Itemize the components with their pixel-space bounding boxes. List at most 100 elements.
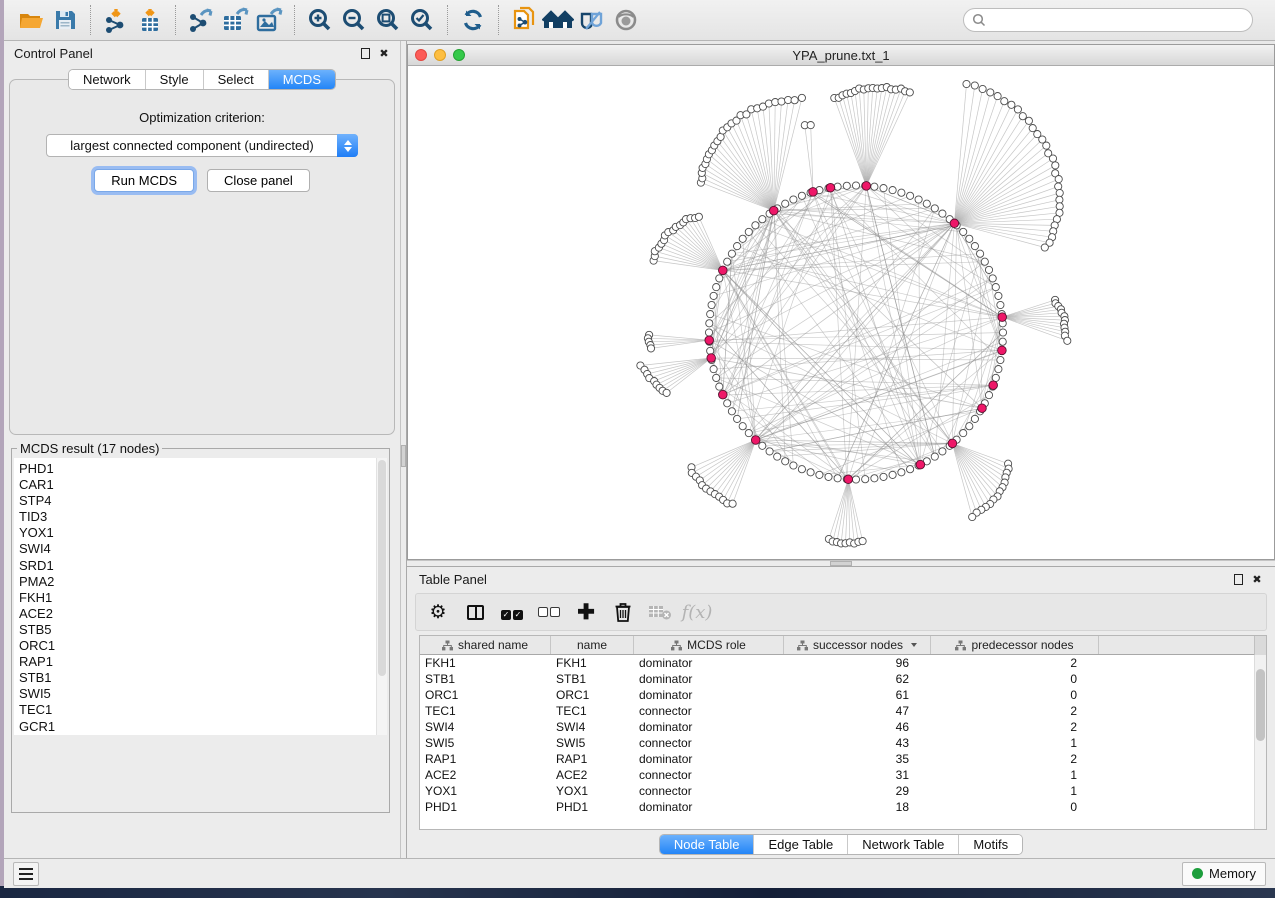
- graph-node[interactable]: [907, 466, 914, 473]
- graph-node[interactable]: [734, 243, 741, 250]
- result-item[interactable]: STB5: [19, 622, 387, 638]
- graph-leaf-node[interactable]: [963, 80, 970, 87]
- cell-name[interactable]: ORC1: [551, 688, 634, 702]
- graph-node[interactable]: [798, 192, 805, 199]
- tab-select[interactable]: Select: [204, 70, 269, 89]
- graph-leaf-node[interactable]: [859, 538, 866, 545]
- graph-node[interactable]: [734, 415, 741, 422]
- graph-node[interactable]: [707, 311, 714, 318]
- graph-node[interactable]: [939, 210, 946, 217]
- graph-node[interactable]: [708, 301, 715, 308]
- graph-node[interactable]: [724, 258, 731, 265]
- result-item[interactable]: TEC1: [19, 702, 387, 718]
- cell-MCDS-role[interactable]: connector: [634, 704, 784, 718]
- result-item[interactable]: RAP1: [19, 654, 387, 670]
- cell-successor-nodes[interactable]: 96: [784, 656, 931, 670]
- graph-node[interactable]: [985, 266, 992, 273]
- graph-node[interactable]: [774, 453, 781, 460]
- graph-node[interactable]: [981, 258, 988, 265]
- split-panel-button[interactable]: [461, 598, 489, 626]
- result-item[interactable]: YOX1: [19, 525, 387, 541]
- graph-mcds-node[interactable]: [998, 346, 1007, 355]
- graph-node[interactable]: [807, 469, 814, 476]
- table-scroll-thumb[interactable]: [1256, 669, 1265, 741]
- graph-node[interactable]: [713, 284, 720, 291]
- cell-name[interactable]: FKH1: [551, 656, 634, 670]
- graph-node[interactable]: [852, 182, 859, 189]
- cell-shared-name[interactable]: SWI5: [420, 736, 551, 750]
- float-panel-icon[interactable]: [361, 48, 370, 59]
- horizontal-splitter[interactable]: [407, 560, 1275, 567]
- graph-leaf-node[interactable]: [791, 97, 798, 104]
- graph-node[interactable]: [706, 320, 713, 327]
- column-header-shared-name[interactable]: shared name: [420, 636, 551, 654]
- cell-shared-name[interactable]: YOX1: [420, 784, 551, 798]
- cell-MCDS-role[interactable]: connector: [634, 768, 784, 782]
- cell-successor-nodes[interactable]: 31: [784, 768, 931, 782]
- graph-node[interactable]: [713, 374, 720, 381]
- table-row[interactable]: FKH1FKH1dominator962: [420, 655, 1266, 671]
- cell-name[interactable]: ACE2: [551, 768, 634, 782]
- task-history-button[interactable]: [13, 862, 39, 886]
- graph-leaf-node[interactable]: [906, 89, 913, 96]
- graph-node[interactable]: [971, 243, 978, 250]
- graph-leaf-node[interactable]: [1041, 244, 1048, 251]
- graph-node[interactable]: [966, 235, 973, 242]
- deselect-all-button[interactable]: [535, 598, 563, 626]
- graph-leaf-node[interactable]: [1052, 162, 1059, 169]
- cell-predecessor-nodes[interactable]: 1: [931, 736, 1099, 750]
- cell-successor-nodes[interactable]: 18: [784, 800, 931, 814]
- cell-successor-nodes[interactable]: 35: [784, 752, 931, 766]
- cell-MCDS-role[interactable]: connector: [634, 784, 784, 798]
- settings-gear-button[interactable]: ⚙: [424, 598, 452, 626]
- table-row[interactable]: RAP1RAP1dominator352: [420, 751, 1266, 767]
- graph-node[interactable]: [999, 338, 1006, 345]
- graph-node[interactable]: [939, 448, 946, 455]
- result-item[interactable]: PHD1: [19, 461, 387, 477]
- graph-node[interactable]: [995, 292, 1002, 299]
- graph-leaf-node[interactable]: [1014, 106, 1021, 113]
- result-item[interactable]: STP4: [19, 493, 387, 509]
- cell-predecessor-nodes[interactable]: 2: [931, 704, 1099, 718]
- result-item[interactable]: ACE2: [19, 606, 387, 622]
- open-file-button[interactable]: [14, 4, 48, 36]
- table-row[interactable]: ORC1ORC1dominator610: [420, 687, 1266, 703]
- graph-node[interactable]: [992, 284, 999, 291]
- graph-node[interactable]: [745, 430, 752, 437]
- graph-mcds-node[interactable]: [751, 436, 760, 445]
- cell-name[interactable]: SWI4: [551, 720, 634, 734]
- cell-successor-nodes[interactable]: 47: [784, 704, 931, 718]
- graph-node[interactable]: [728, 250, 735, 257]
- graph-node[interactable]: [782, 458, 789, 465]
- graph-node[interactable]: [739, 235, 746, 242]
- graph-leaf-node[interactable]: [798, 94, 805, 101]
- zoom-fit-button[interactable]: [371, 4, 405, 36]
- graph-leaf-node[interactable]: [1043, 142, 1050, 149]
- cell-predecessor-nodes[interactable]: 1: [931, 784, 1099, 798]
- tab-edge-table[interactable]: Edge Table: [754, 835, 848, 854]
- graph-node[interactable]: [843, 182, 850, 189]
- vertical-splitter[interactable]: [400, 41, 407, 858]
- cell-successor-nodes[interactable]: 46: [784, 720, 931, 734]
- cell-predecessor-nodes[interactable]: 0: [931, 672, 1099, 686]
- table-row[interactable]: SWI5SWI5connector431: [420, 735, 1266, 751]
- zoom-selected-button[interactable]: [405, 4, 439, 36]
- close-panel-button[interactable]: Close panel: [207, 169, 310, 192]
- graph-node[interactable]: [992, 374, 999, 381]
- run-mcds-button[interactable]: Run MCDS: [94, 169, 194, 192]
- graph-node[interactable]: [816, 471, 823, 478]
- graph-leaf-node[interactable]: [1055, 183, 1062, 190]
- column-header-predecessor-nodes[interactable]: predecessor nodes: [931, 636, 1099, 654]
- graph-leaf-node[interactable]: [1008, 101, 1015, 108]
- cell-name[interactable]: SWI5: [551, 736, 634, 750]
- graph-mcds-node[interactable]: [707, 354, 716, 363]
- cell-shared-name[interactable]: STB1: [420, 672, 551, 686]
- tab-node-table[interactable]: Node Table: [660, 835, 755, 854]
- result-item[interactable]: ORC1: [19, 638, 387, 654]
- network-window-titlebar[interactable]: YPA_prune.txt_1: [408, 45, 1274, 66]
- table-scrollbar[interactable]: [1254, 655, 1266, 829]
- graph-leaf-node[interactable]: [979, 85, 986, 92]
- graph-leaf-node[interactable]: [729, 500, 736, 507]
- tab-network-table[interactable]: Network Table: [848, 835, 959, 854]
- graph-node[interactable]: [852, 476, 859, 483]
